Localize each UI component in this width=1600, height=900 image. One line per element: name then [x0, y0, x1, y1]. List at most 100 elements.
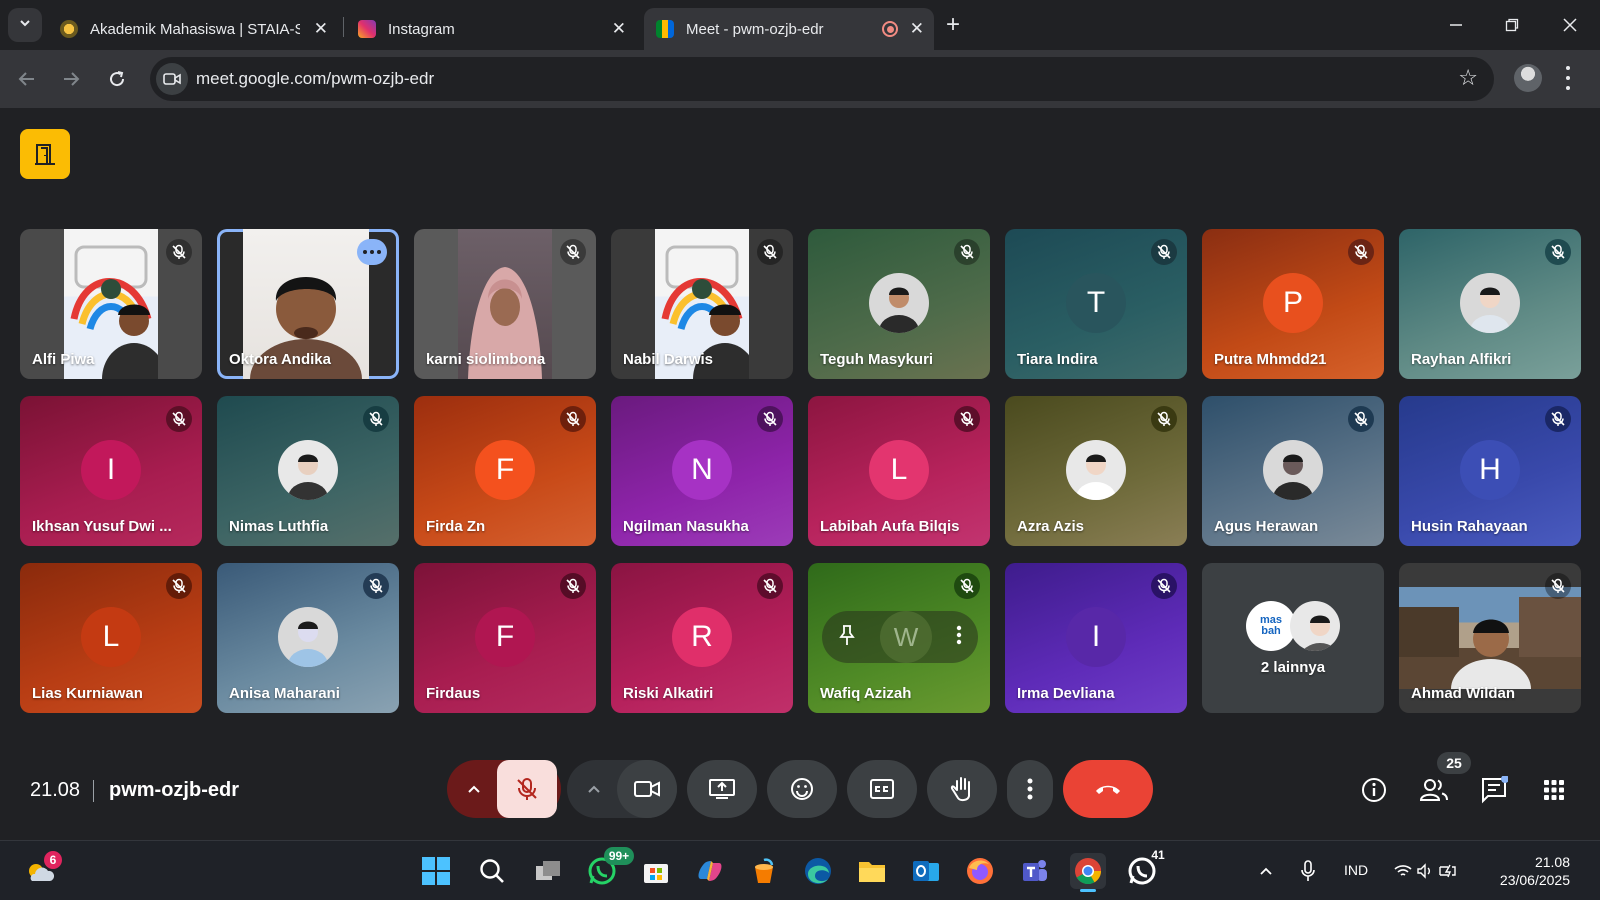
participant-tile[interactable]: I Irma Devliana [1005, 563, 1187, 713]
close-window-button[interactable] [1547, 8, 1593, 42]
participant-tile[interactable]: Oktora Andika [217, 229, 399, 379]
participant-tile[interactable]: Agus Herawan [1202, 396, 1384, 546]
participant-tile[interactable]: Alfi Piwa [20, 229, 202, 379]
mic-toggle-button[interactable] [497, 760, 557, 818]
url-text[interactable]: meet.google.com/pwm-ozjb-edr [196, 69, 434, 89]
mic-off-icon [757, 239, 783, 265]
present-screen-icon [709, 779, 735, 799]
file-explorer-button[interactable] [854, 853, 890, 889]
activities-button[interactable] [1538, 774, 1570, 806]
new-tab-button[interactable]: + [946, 12, 960, 38]
whatsapp2-taskbar-button[interactable]: 41 [1124, 848, 1165, 889]
volume-tray[interactable] [1414, 853, 1436, 889]
participant-name: 2 lainnya [1260, 659, 1326, 676]
chevron-down-icon [18, 16, 32, 35]
camera-toggle-button[interactable] [617, 760, 677, 818]
mic-off-icon [954, 406, 980, 432]
battery-tray[interactable] [1436, 853, 1460, 889]
close-tab-icon[interactable]: ✕ [314, 20, 328, 38]
participant-tile[interactable]: F Firdaus [414, 563, 596, 713]
close-tab-icon[interactable]: ✕ [612, 20, 626, 38]
participant-tile[interactable]: F Firda Zn [414, 396, 596, 546]
folder-icon [859, 862, 885, 882]
present-screen-button[interactable] [687, 760, 757, 818]
participant-tile[interactable]: P Putra Mhmdd21 [1202, 229, 1384, 379]
wifi-tray[interactable] [1392, 853, 1414, 889]
chat-button[interactable] [1478, 774, 1510, 806]
avatar [869, 273, 929, 333]
tile-more-options-button[interactable] [357, 239, 387, 265]
close-tab-icon[interactable]: ✕ [910, 20, 924, 38]
tab-search-button[interactable] [8, 8, 42, 42]
more-vertical-icon[interactable] [956, 625, 962, 650]
mic-tray-button[interactable] [1296, 853, 1320, 889]
raise-hand-button[interactable] [927, 760, 997, 818]
profile-avatar[interactable] [1514, 64, 1542, 92]
participant-tile[interactable]: T Tiara Indira [1005, 229, 1187, 379]
system-clock[interactable]: 21.08 23/06/2025 [1500, 853, 1570, 889]
restore-icon [1505, 18, 1519, 32]
start-button[interactable] [418, 853, 454, 889]
avatar: L [869, 440, 929, 500]
site-info-button[interactable] [156, 63, 188, 95]
participant-tile[interactable]: Rayhan Alfikri [1399, 229, 1581, 379]
store-button[interactable] [638, 853, 674, 889]
tab-akademik[interactable]: Akademik Mahasiswa | STAIA-S ✕ [48, 8, 338, 50]
participant-tile[interactable]: karni siolimbona [414, 229, 596, 379]
input-language[interactable]: IND [1344, 862, 1368, 878]
browser-tabstrip: Akademik Mahasiswa | STAIA-S ✕ Instagram… [0, 0, 1600, 50]
avatar [1460, 273, 1520, 333]
mic-off-icon [757, 573, 783, 599]
whatsapp-taskbar-button[interactable]: 99+ [584, 847, 634, 889]
reload-button[interactable] [102, 64, 132, 94]
edge-button[interactable] [800, 853, 836, 889]
outlook-button[interactable] [908, 853, 944, 889]
wifi-icon [1394, 865, 1412, 876]
participant-tile[interactable]: Azra Azis [1005, 396, 1187, 546]
participant-tile[interactable]: Anisa Maharani [217, 563, 399, 713]
participant-tile[interactable]: L Lias Kurniawan [20, 563, 202, 713]
leave-call-button[interactable] [1063, 760, 1153, 818]
app-taskbar-button[interactable] [746, 853, 782, 889]
search-button[interactable] [474, 853, 510, 889]
back-button[interactable] [12, 64, 42, 94]
task-view-button[interactable] [530, 853, 566, 889]
participant-tile[interactable]: Nimas Luthfia [217, 396, 399, 546]
restore-button[interactable] [1489, 8, 1535, 42]
mic-off-icon [1348, 406, 1374, 432]
bookmark-star-icon[interactable]: ☆ [1458, 65, 1478, 91]
firefox-button[interactable] [962, 853, 998, 889]
browser-toolbar: meet.google.com/pwm-ozjb-edr ☆ [0, 50, 1600, 108]
more-options-button[interactable] [1007, 760, 1053, 818]
participant-tile[interactable]: H Husin Rahayaan [1399, 396, 1581, 546]
participant-tile[interactable]: W Wafiq Azizah [808, 563, 990, 713]
participant-tile[interactable]: R Riski Alkatiri [611, 563, 793, 713]
meeting-room-button[interactable] [20, 129, 70, 179]
address-bar[interactable]: meet.google.com/pwm-ozjb-edr ☆ [150, 57, 1494, 101]
participant-tile[interactable]: Nabil Darwis [611, 229, 793, 379]
participant-tile[interactable]: Teguh Masykuri [808, 229, 990, 379]
reactions-button[interactable] [767, 760, 837, 818]
meeting-details-button[interactable] [1358, 774, 1390, 806]
participant-tile[interactable]: I Ikhsan Yusuf Dwi ... [20, 396, 202, 546]
teams-button[interactable] [1016, 853, 1052, 889]
mic-off-icon [1545, 573, 1571, 599]
participant-tile[interactable]: L Labibah Aufa Bilqis [808, 396, 990, 546]
participant-tile[interactable]: Ahmad Wildan [1399, 563, 1581, 713]
minimize-button[interactable] [1433, 8, 1479, 42]
staia-favicon-icon [60, 20, 78, 38]
people-button[interactable] [1418, 774, 1450, 806]
pin-icon[interactable] [838, 624, 856, 651]
participant-tile[interactable]: N Ngilman Nasukha [611, 396, 793, 546]
copilot-button[interactable] [692, 853, 728, 889]
tab-instagram[interactable]: Instagram ✕ [346, 8, 636, 50]
captions-button[interactable] [847, 760, 917, 818]
mic-off-icon [560, 406, 586, 432]
forward-button[interactable] [56, 64, 86, 94]
chrome-button[interactable] [1070, 853, 1106, 892]
browser-menu-button[interactable] [1562, 66, 1574, 90]
weather-widget[interactable]: 6 [22, 851, 62, 889]
tab-meet[interactable]: Meet - pwm-ozjb-edr ✕ [644, 8, 934, 50]
participant-tile[interactable]: mas bah 2 lainnya [1202, 563, 1384, 713]
show-hidden-icons-button[interactable] [1254, 853, 1278, 889]
